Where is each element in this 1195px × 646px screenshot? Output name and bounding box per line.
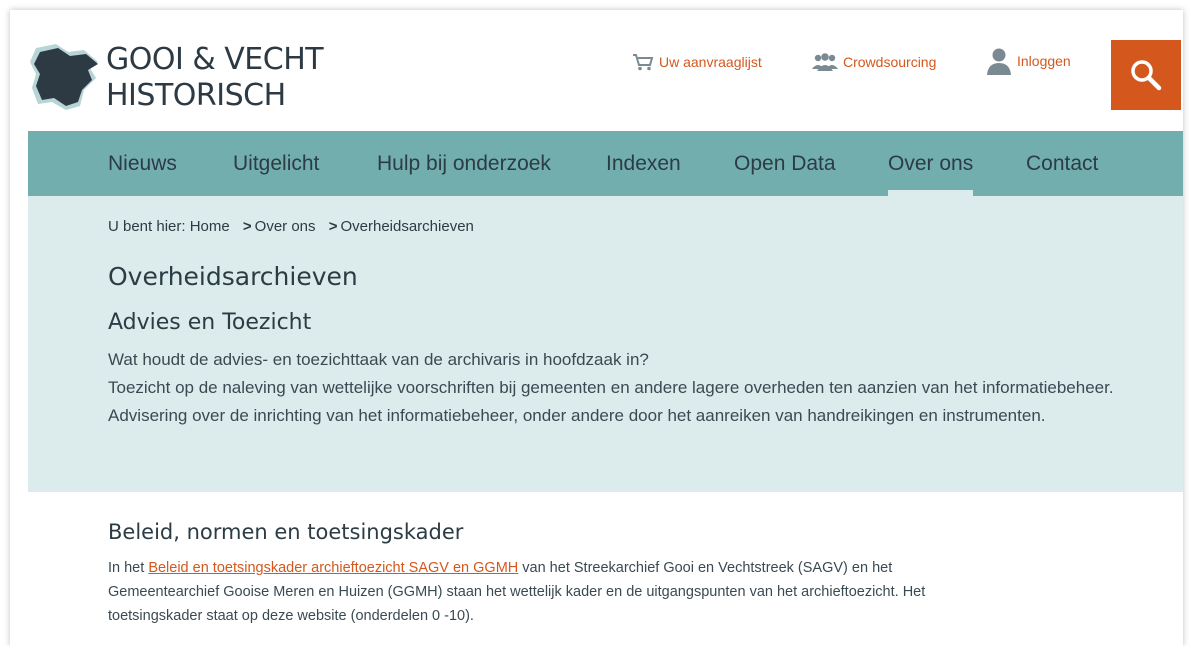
logo-wordmark: GOOI & VECHT HISTORISCH [106, 42, 324, 114]
breadcrumb-separator: > [242, 218, 252, 235]
nav-item-open-data[interactable]: Open Data [734, 131, 836, 196]
beleid-text-intro: In het [108, 560, 149, 576]
search-icon [1131, 60, 1162, 91]
site-header: GOOI & VECHT HISTORISCH Uw aanvraaglijst… [10, 10, 1183, 130]
section-heading-beleid: Beleid, normen en toetsingskader [108, 520, 464, 544]
nav-item-over-ons[interactable]: Over ons [888, 131, 974, 196]
nav-item-uitgelicht[interactable]: Uitgelicht [233, 131, 319, 196]
nav-item-indexen[interactable]: Indexen [606, 131, 681, 196]
intro-answer: Toezicht op de naleving van wettelijke v… [108, 378, 1114, 425]
intro-section: U bent hier: Home > Over ons > Overheidsar… [28, 196, 1183, 492]
logo-line-1: GOOI & VECHT [106, 42, 324, 77]
logo-line-2: HISTORISCH [106, 78, 286, 113]
region-map-icon [30, 44, 98, 110]
section-heading-advies: Advies en Toezicht [108, 310, 312, 335]
nav-item-nieuws[interactable]: Nieuws [108, 131, 177, 196]
beleid-text: In het Beleid en toetsingskader archieft… [108, 556, 928, 628]
browser-page: GOOI & VECHT HISTORISCH Uw aanvraaglijst… [10, 10, 1183, 646]
breadcrumb-prefix: U bent hier: [108, 218, 186, 235]
intro-text: Wat houdt de advies- en toezichttaak van… [108, 346, 1118, 430]
nav-item-hulp-bij-onderzoek[interactable]: Hulp bij onderzoek [377, 131, 551, 196]
crowdsourcing-label: Crowdsourcing [843, 54, 937, 70]
intro-question: Wat houdt de advies- en toezichttaak van… [108, 350, 649, 369]
breadcrumb-over-ons[interactable]: Over ons [255, 218, 316, 235]
user-icon [987, 48, 1011, 75]
nav-item-contact[interactable]: Contact [1026, 131, 1098, 196]
beleid-toetsingskader-link[interactable]: Beleid en toetsingskader archieftoezicht… [148, 560, 518, 576]
breadcrumb-home[interactable]: Home [190, 218, 230, 235]
main-navigation: Nieuws Uitgelicht Hulp bij onderzoek Ind… [28, 131, 1183, 196]
page-title: Overheidsarchieven [108, 262, 358, 291]
inloggen-label: Inloggen [1017, 53, 1071, 69]
aanvraaglijst-link[interactable]: Uw aanvraaglijst [632, 50, 762, 74]
search-button[interactable] [1111, 40, 1181, 110]
site-logo[interactable]: GOOI & VECHT HISTORISCH [26, 38, 326, 118]
breadcrumb-current: Overheidsarchieven [340, 218, 474, 235]
cart-icon [633, 54, 654, 71]
inloggen-link[interactable]: Inloggen [986, 46, 1071, 76]
people-group-icon [812, 53, 838, 71]
aanvraaglijst-label: Uw aanvraaglijst [659, 54, 762, 70]
breadcrumb: U bent hier: Home > Over ons > Overheidsar… [108, 218, 474, 235]
breadcrumb-separator: > [328, 218, 338, 235]
crowdsourcing-link[interactable]: Crowdsourcing [812, 50, 936, 74]
